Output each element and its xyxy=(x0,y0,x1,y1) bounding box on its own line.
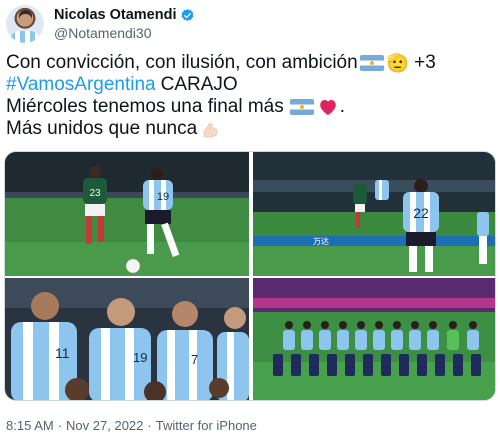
tweet-text: Con convicción, con ilusión, con ambició… xyxy=(6,52,496,140)
tweet-source[interactable]: Twitter for iPhone xyxy=(156,418,257,433)
tweet-date[interactable]: Nov 27, 2022 xyxy=(66,418,143,433)
tweet-line-2: #VamosArgentina CARAJO xyxy=(6,74,496,96)
meta-separator: · xyxy=(57,418,63,433)
name-row: Nicolas Otamendi xyxy=(54,6,195,24)
avatar-head xyxy=(19,10,32,26)
avatar-shirt xyxy=(10,31,40,43)
avatar[interactable] xyxy=(6,5,44,43)
author-names: Nicolas Otamendi @Notamendi30 xyxy=(54,6,195,42)
tweet-text-segment: Miércoles tenemos una final más xyxy=(6,96,284,117)
verified-badge-icon xyxy=(182,8,194,21)
argentina-flag-icon xyxy=(289,99,314,115)
tweet: Nicolas Otamendi @Notamendi30 Con convic… xyxy=(0,0,500,440)
more-emoji-count: +3 xyxy=(414,52,436,73)
red-heart-icon xyxy=(319,100,336,116)
tweet-text-segment: Con convicción, con ilusión, con ambició… xyxy=(6,52,358,73)
meta-separator: · xyxy=(147,418,152,433)
svg-text:19: 19 xyxy=(157,191,169,203)
tweet-time[interactable]: 8:15 AM xyxy=(6,418,54,433)
team-photo-with-children xyxy=(253,278,495,400)
stadium-banner-text: 万达 xyxy=(313,236,329,246)
media-photo[interactable]: 万达 22 xyxy=(253,152,495,276)
svg-text:23: 23 xyxy=(89,188,101,199)
media-photo[interactable]: 11 19 7 xyxy=(5,278,249,400)
match-tackle-photo: 23 19 xyxy=(5,152,249,276)
svg-text:11: 11 xyxy=(55,345,70,361)
media-photo[interactable]: 23 19 xyxy=(5,152,249,276)
argentina-flag-icon xyxy=(359,55,384,71)
anthem-lineup-photo: 11 19 7 xyxy=(5,278,249,400)
tweet-line-1: Con convicción, con ilusión, con ambició… xyxy=(6,52,496,74)
svg-text:7: 7 xyxy=(191,352,198,367)
media-photo[interactable] xyxy=(253,278,495,400)
svg-text:19: 19 xyxy=(133,350,147,365)
tweet-meta: 8:15 AM · Nov 27, 2022 · Twitter for iPhone xyxy=(6,418,257,433)
tweet-line-3: Miércoles tenemos una final más . xyxy=(6,96,496,118)
flexed-biceps-icon xyxy=(203,123,218,138)
saluting-face-icon: 🫡 xyxy=(386,53,410,73)
tweet-text-segment: CARAJO xyxy=(160,74,238,95)
tweet-text-segment: Más unidos que nunca xyxy=(6,118,198,139)
goalmouth-photo: 万达 22 xyxy=(253,152,495,276)
tweet-line-4: Más unidos que nunca xyxy=(6,118,496,140)
tweet-text-segment: . xyxy=(339,96,346,117)
tweet-header: Nicolas Otamendi @Notamendi30 xyxy=(6,4,195,44)
author-handle[interactable]: @Notamendi30 xyxy=(54,24,195,42)
hashtag-link[interactable]: #VamosArgentina xyxy=(6,74,156,96)
svg-text:22: 22 xyxy=(413,205,429,221)
display-name[interactable]: Nicolas Otamendi xyxy=(54,6,176,24)
media-grid: 23 19 万达 22 11 19 7 xyxy=(4,151,496,401)
